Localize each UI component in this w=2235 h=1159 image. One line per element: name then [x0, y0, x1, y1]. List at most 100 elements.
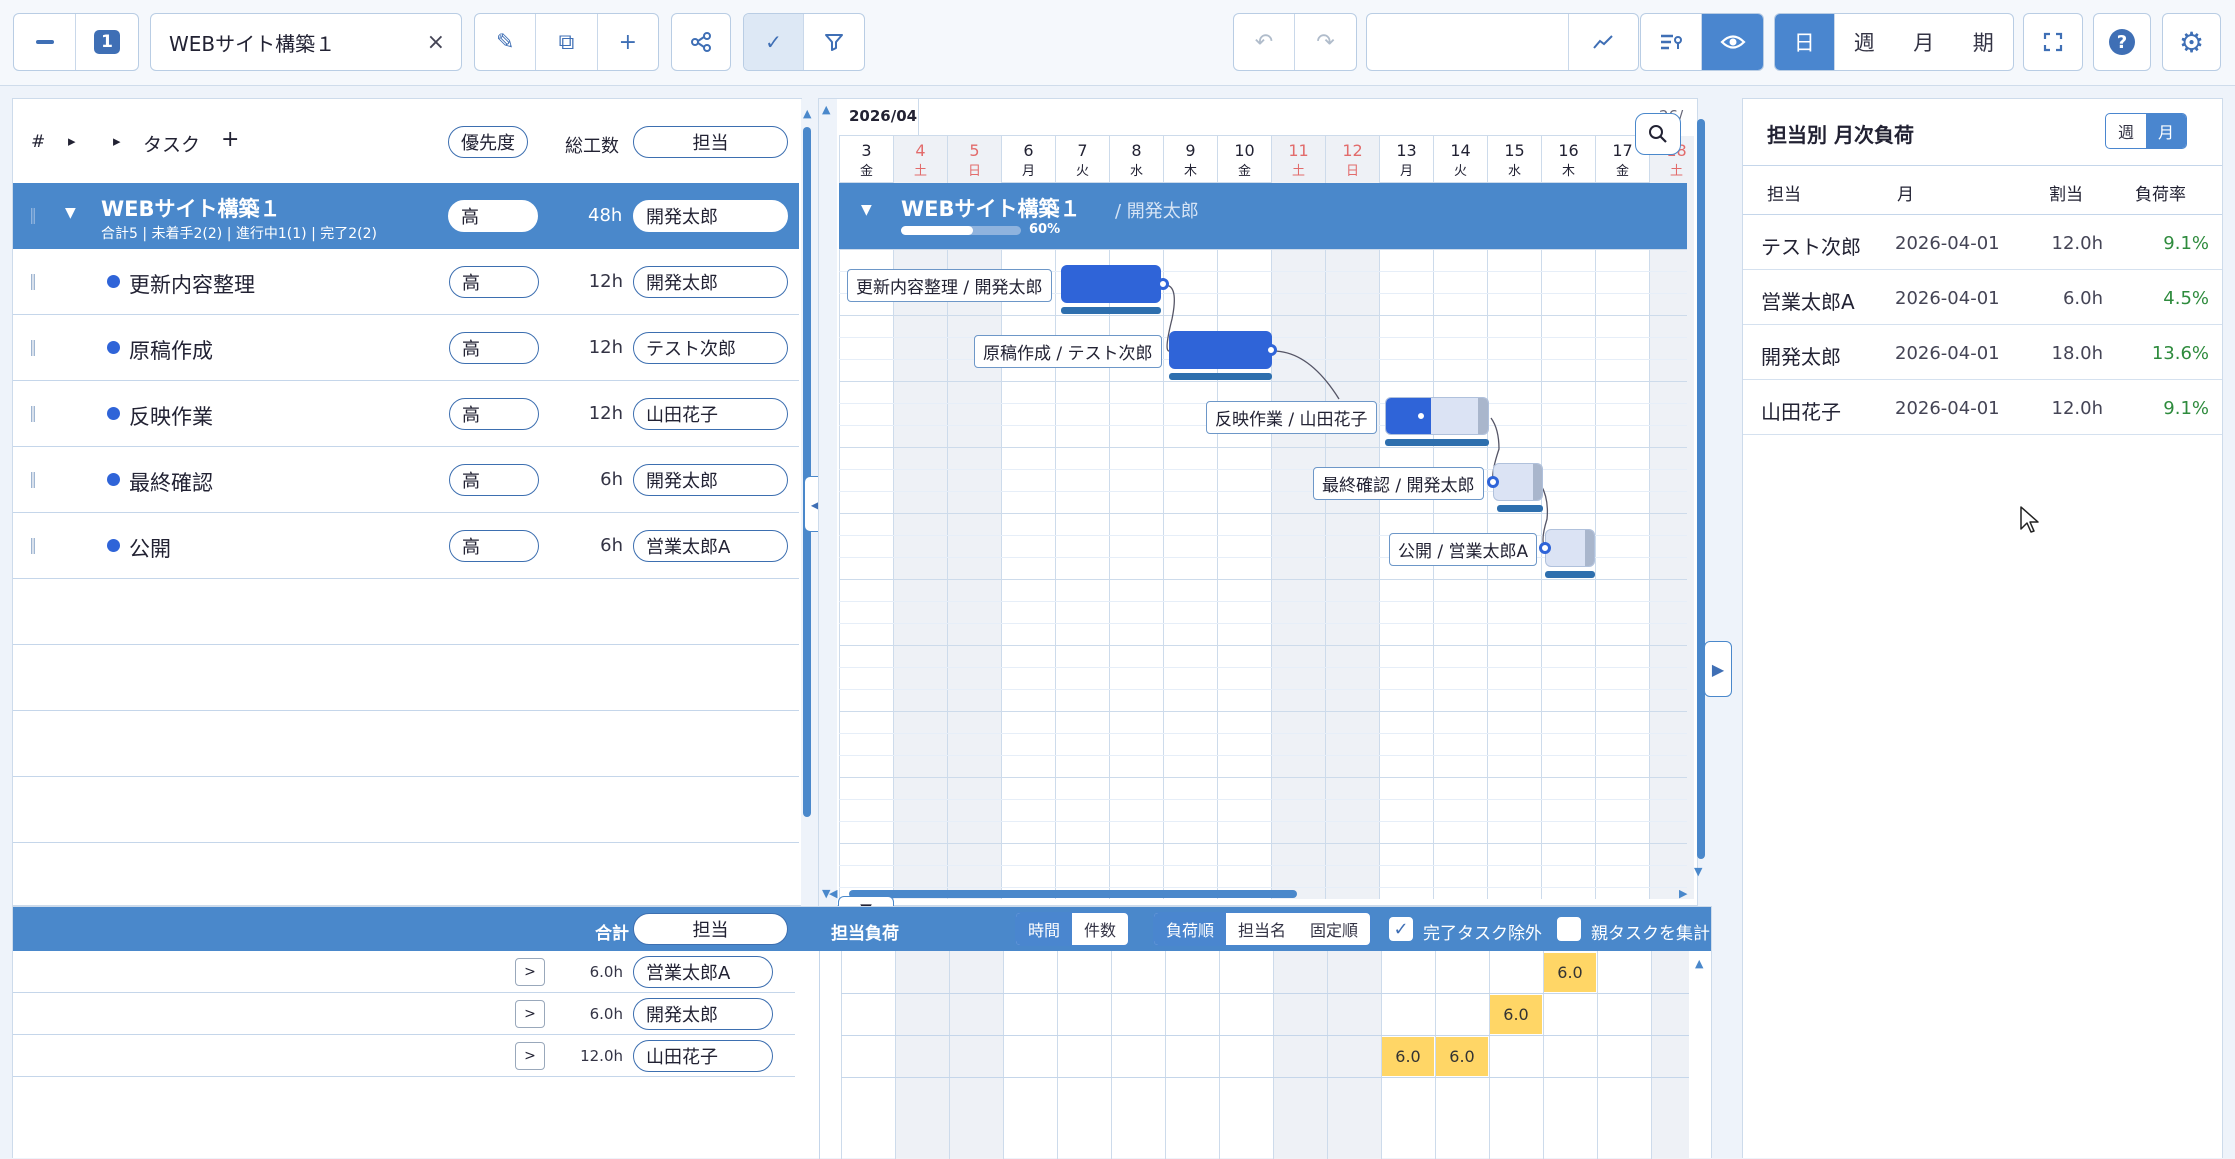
task-row[interactable]: ‖ 公開 高 6h 営業太郎A [13, 513, 799, 579]
view-week-tab[interactable]: 週 [1835, 14, 1895, 70]
load-expand-button[interactable]: > [515, 958, 545, 986]
add-task-button[interactable]: + [221, 127, 239, 152]
undo-button[interactable]: ↶ [1234, 14, 1296, 70]
task-name[interactable]: 原稿作成 [129, 335, 213, 365]
load-cell[interactable]: 6.0 [1436, 1037, 1488, 1076]
gantt-bar-1-handle[interactable] [1157, 278, 1169, 290]
share-button[interactable] [672, 14, 730, 70]
drag-handle[interactable]: ‖ [29, 403, 37, 422]
gantt-bar-1[interactable] [1061, 265, 1161, 303]
gantt-scroll-right-icon[interactable]: ▶ [1679, 887, 1687, 900]
fullscreen-button[interactable] [2024, 14, 2082, 70]
exclude-done-checkbox[interactable]: ✓ [1389, 917, 1413, 941]
drag-handle[interactable]: ‖ [29, 271, 37, 290]
gantt-right-scrollbar[interactable]: ▼ [1694, 99, 1709, 899]
table-scroll-thumb[interactable] [803, 127, 811, 817]
copy-button[interactable]: ⧉ [536, 14, 598, 70]
task-row[interactable]: ‖ 更新内容整理 高 12h 開発太郎 [13, 249, 799, 315]
aggregate-parent-checkbox[interactable] [1557, 917, 1581, 941]
col-owner-header[interactable]: 担当 [633, 126, 788, 158]
gantt-bar-5[interactable] [1545, 529, 1595, 567]
expand-right-icon[interactable]: ▶ [1704, 641, 1732, 697]
drag-handle[interactable]: ‖ [29, 337, 37, 356]
owner-pill[interactable]: 営業太郎A [633, 530, 788, 562]
sort-fixed-tab[interactable]: 固定順 [1298, 913, 1370, 945]
check-button[interactable]: ✓ [744, 14, 805, 70]
gantt-h-scroll-thumb[interactable] [849, 890, 1297, 898]
priority-pill[interactable]: 高 [449, 398, 539, 430]
gantt-scroll-thumb[interactable] [1697, 119, 1705, 859]
owner-pill[interactable]: 開発太郎 [633, 200, 788, 232]
gantt-bar-5-handle[interactable] [1539, 542, 1551, 554]
priority-pill[interactable]: 高 [448, 200, 538, 232]
load-owner-header[interactable]: 担当 [633, 913, 788, 945]
unit-hours-tab[interactable]: 時間 [1016, 913, 1073, 945]
load-cell[interactable]: 6.0 [1544, 953, 1596, 992]
help-button[interactable]: ? [2094, 14, 2150, 70]
gantt-scroll-left-icon[interactable]: ◀ [829, 887, 837, 900]
gantt-bar-2-handle[interactable] [1265, 344, 1277, 356]
load-expand-button[interactable]: > [515, 1000, 545, 1028]
gantt-h-scrollbar[interactable]: ◀ ▶ [829, 887, 1693, 901]
list-settings-button[interactable] [1641, 14, 1703, 70]
gantt-left-scrollbar[interactable]: ▲ ▼ [819, 99, 837, 907]
sort-owner-tab[interactable]: 担当名 [1226, 913, 1298, 945]
sort-load-tab[interactable]: 負荷順 [1154, 913, 1227, 945]
drag-handle[interactable]: ‖ [29, 469, 37, 488]
settings-button[interactable]: ⚙ [2163, 14, 2220, 70]
owner-pill[interactable]: 山田花子 [633, 398, 788, 430]
monthly-week-tab[interactable]: 週 [2106, 114, 2146, 148]
project-count-button[interactable]: 1 [76, 14, 138, 70]
task-name[interactable]: 更新内容整理 [129, 269, 255, 299]
collapse-icon[interactable]: ▼ [65, 205, 76, 221]
expand-level-icon[interactable]: ▸ [113, 132, 121, 150]
priority-pill[interactable]: 高 [449, 464, 539, 496]
view-day-tab[interactable]: 日 [1775, 14, 1835, 70]
monthly-month-tab[interactable]: 月 [2146, 114, 2187, 148]
col-priority-header[interactable]: 優先度 [448, 126, 528, 158]
scroll-up-icon[interactable]: ▲ [803, 107, 811, 120]
expand-all-icon[interactable]: ▸ [68, 132, 76, 150]
drag-handle[interactable]: ‖ [29, 535, 37, 554]
edit-button[interactable]: ✎ [475, 14, 537, 70]
visibility-button[interactable] [1702, 14, 1763, 70]
filter-button[interactable] [804, 14, 864, 70]
task-row[interactable]: ‖ 最終確認 高 6h 開発太郎 [13, 447, 799, 513]
load-owner-pill[interactable]: 営業太郎A [633, 956, 773, 988]
priority-pill[interactable]: 高 [449, 530, 539, 562]
task-row[interactable]: ‖ 原稿作成 高 12h テスト次郎 [13, 315, 799, 381]
view-month-tab[interactable]: 月 [1894, 14, 1954, 70]
trend-button[interactable] [1569, 14, 1638, 70]
drag-handle[interactable]: ‖ [29, 205, 37, 224]
date-range-field[interactable] [1367, 14, 1569, 70]
view-period-tab[interactable]: 期 [1954, 14, 2014, 70]
load-cell[interactable]: 6.0 [1382, 1037, 1434, 1076]
gantt-bar-4-handle[interactable] [1487, 476, 1499, 488]
gantt-bar-3-handle[interactable] [1415, 410, 1427, 422]
gantt-bar-3[interactable] [1385, 397, 1489, 435]
parent-task-row[interactable]: ‖ ▼ WEBサイト構築１ 合計5 | 未着手2(2) | 進行中1(1) | … [13, 183, 799, 249]
load-owner-pill[interactable]: 山田花子 [633, 1040, 773, 1072]
priority-pill[interactable]: 高 [449, 266, 539, 298]
task-name[interactable]: 反映作業 [129, 401, 213, 431]
clear-icon[interactable]: × [427, 30, 445, 55]
task-name[interactable]: 公開 [129, 533, 171, 563]
gantt-scroll-up-icon[interactable]: ▲ [822, 103, 830, 116]
unit-count-tab[interactable]: 件数 [1072, 913, 1128, 945]
task-row[interactable]: ‖ 反映作業 高 12h 山田花子 [13, 381, 799, 447]
owner-pill[interactable]: テスト次郎 [633, 332, 788, 364]
collapse-all-button[interactable] [14, 14, 76, 70]
task-name[interactable]: 最終確認 [129, 467, 213, 497]
load-scroll-up-icon[interactable]: ▲ [1695, 957, 1703, 970]
redo-button[interactable]: ↷ [1295, 14, 1356, 70]
owner-pill[interactable]: 開発太郎 [633, 266, 788, 298]
load-expand-button[interactable]: > [515, 1042, 545, 1070]
gantt-bar-4[interactable] [1493, 463, 1543, 501]
add-button[interactable]: + [598, 14, 658, 70]
project-select[interactable]: WEBサイト構築１ × [150, 13, 462, 71]
load-cell[interactable]: 6.0 [1490, 995, 1542, 1034]
owner-pill[interactable]: 開発太郎 [633, 464, 788, 496]
gantt-search-button[interactable] [1635, 113, 1681, 155]
priority-pill[interactable]: 高 [449, 332, 539, 364]
load-owner-pill[interactable]: 開発太郎 [633, 998, 773, 1030]
